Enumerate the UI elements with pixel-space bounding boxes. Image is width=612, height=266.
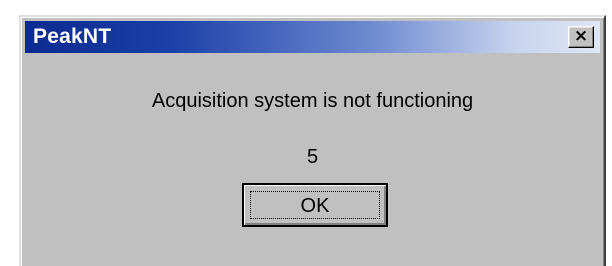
- ok-button[interactable]: OK: [242, 183, 388, 227]
- close-button[interactable]: ×: [568, 26, 594, 48]
- screen: PeakNT × Acquisition system is not funct…: [0, 0, 612, 266]
- error-code: 5: [306, 146, 319, 168]
- close-icon: ×: [573, 26, 589, 46]
- ok-button-label: OK: [250, 191, 380, 219]
- error-message: Acquisition system is not functioning: [151, 90, 474, 112]
- window-title: PeakNT: [33, 25, 112, 48]
- title-bar[interactable]: PeakNT ×: [25, 21, 600, 53]
- error-dialog: PeakNT × Acquisition system is not funct…: [19, 15, 606, 266]
